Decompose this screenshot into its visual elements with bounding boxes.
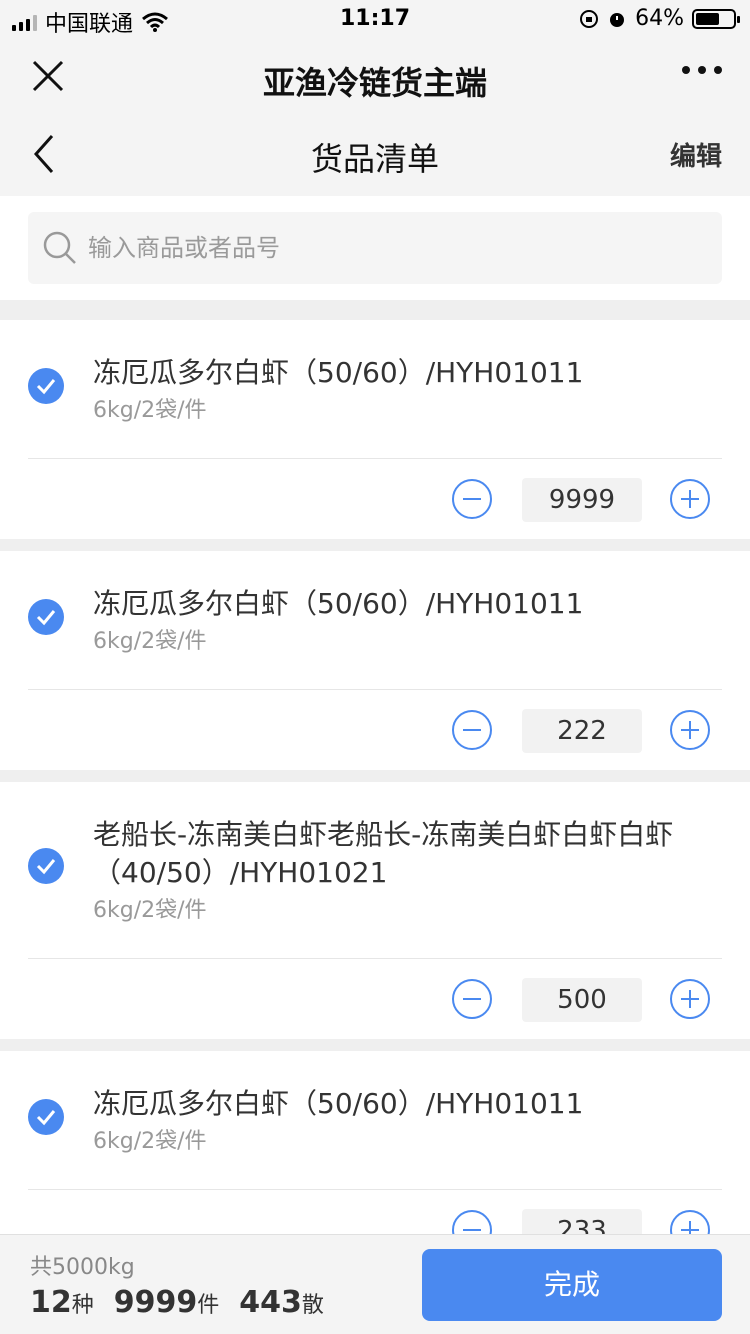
orientation-lock-icon bbox=[580, 9, 599, 28]
pieces-count: 9999 bbox=[113, 1285, 198, 1320]
increase-button[interactable] bbox=[670, 979, 710, 1019]
product-name: 老船长-冻南美白虾老船长-冻南美白虾白虾白虾（40/50）/HYH01021 bbox=[93, 818, 674, 889]
page-title: 货品清单 bbox=[310, 140, 439, 178]
nav-bar: 货品清单 编辑 bbox=[0, 116, 750, 196]
loose-unit: 散 bbox=[301, 1293, 324, 1318]
search-input[interactable] bbox=[88, 212, 688, 284]
summary-counts: 12种 9999件 443散 bbox=[30, 1285, 324, 1320]
product-spec: 6kg/2袋/件 bbox=[93, 398, 207, 423]
summary-footer: 共5000kg 12种 9999件 443散 完成 bbox=[0, 1234, 750, 1334]
product-card: 冻厄瓜多尔白虾（50/60）/HYH01011 6kg/2袋/件 233 bbox=[0, 1051, 750, 1234]
quantity-stepper: 233 bbox=[0, 1190, 750, 1234]
decrease-button[interactable] bbox=[452, 479, 492, 519]
product-card: 老船长-冻南美白虾老船长-冻南美白虾白虾白虾（40/50）/HYH01021 6… bbox=[0, 782, 750, 1039]
kinds-count: 12 bbox=[30, 1285, 72, 1320]
product-name: 冻厄瓜多尔白虾（50/60）/HYH01011 bbox=[93, 587, 584, 620]
product-card: 冻厄瓜多尔白虾（50/60）/HYH01011 6kg/2袋/件 222 bbox=[0, 551, 750, 770]
product-spec: 6kg/2袋/件 bbox=[93, 1129, 207, 1154]
kinds-unit: 种 bbox=[71, 1293, 94, 1318]
product-spec: 6kg/2袋/件 bbox=[93, 629, 207, 654]
loose-count: 443 bbox=[239, 1285, 302, 1320]
checkbox-checked[interactable] bbox=[28, 848, 64, 884]
battery-percent: 64% bbox=[635, 6, 684, 31]
quantity-input[interactable]: 222 bbox=[522, 709, 642, 753]
check-icon bbox=[36, 1110, 56, 1126]
more-icon[interactable] bbox=[682, 66, 722, 74]
product-name: 冻厄瓜多尔白虾（50/60）/HYH01011 bbox=[93, 1087, 584, 1120]
quantity-input[interactable]: 500 bbox=[522, 978, 642, 1022]
product-name: 冻厄瓜多尔白虾（50/60）/HYH01011 bbox=[93, 356, 584, 389]
check-icon bbox=[36, 379, 56, 395]
decrease-button[interactable] bbox=[452, 710, 492, 750]
increase-button[interactable] bbox=[670, 710, 710, 750]
search-section bbox=[0, 196, 750, 300]
app-title-bar: 亚渔冷链货主端 bbox=[0, 38, 750, 116]
quantity-input[interactable]: 233 bbox=[522, 1209, 642, 1234]
product-spec: 6kg/2袋/件 bbox=[93, 898, 207, 923]
search-box[interactable] bbox=[28, 212, 722, 284]
quantity-stepper: 222 bbox=[0, 690, 750, 770]
checkbox-checked[interactable] bbox=[28, 1099, 64, 1135]
total-weight: 共5000kg bbox=[30, 1255, 135, 1280]
pieces-unit: 件 bbox=[197, 1293, 220, 1318]
increase-button[interactable] bbox=[670, 479, 710, 519]
checkbox-checked[interactable] bbox=[28, 368, 64, 404]
status-bar: 中国联通 11:17 64% bbox=[0, 0, 750, 38]
quantity-stepper: 9999 bbox=[0, 459, 750, 539]
search-icon bbox=[43, 231, 76, 264]
quantity-input[interactable]: 9999 bbox=[522, 478, 642, 522]
check-icon bbox=[36, 859, 56, 875]
done-button[interactable]: 完成 bbox=[422, 1249, 722, 1321]
alarm-icon bbox=[610, 12, 625, 27]
checkbox-checked[interactable] bbox=[28, 599, 64, 635]
quantity-stepper: 500 bbox=[0, 959, 750, 1039]
app-title: 亚渔冷链货主端 bbox=[262, 64, 487, 102]
decrease-button[interactable] bbox=[452, 1210, 492, 1234]
edit-button[interactable]: 编辑 bbox=[670, 136, 722, 173]
check-icon bbox=[36, 610, 56, 626]
increase-button[interactable] bbox=[670, 1210, 710, 1234]
battery-icon bbox=[692, 8, 740, 29]
product-list: 冻厄瓜多尔白虾（50/60）/HYH01011 6kg/2袋/件 9999 冻厄… bbox=[0, 320, 750, 1234]
product-card: 冻厄瓜多尔白虾（50/60）/HYH01011 6kg/2袋/件 9999 bbox=[0, 320, 750, 539]
decrease-button[interactable] bbox=[452, 979, 492, 1019]
